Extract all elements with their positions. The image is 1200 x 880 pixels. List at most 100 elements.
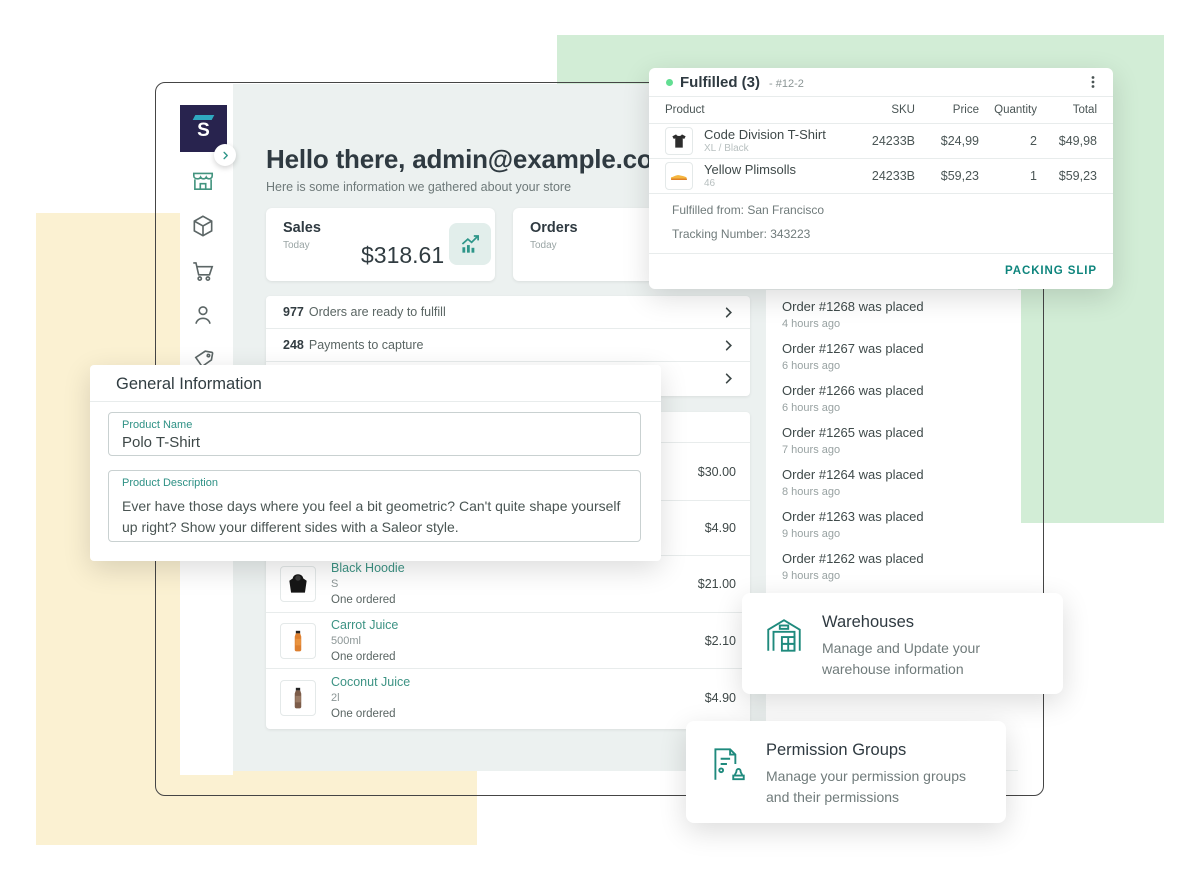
product-price: $4.90 <box>705 521 736 535</box>
activity-time: 9 hours ago <box>782 528 924 540</box>
column-price: Price <box>915 104 979 116</box>
sales-stat-card[interactable]: Sales Today $318.61 <box>266 208 495 281</box>
item-thumbnail <box>665 162 693 190</box>
product-variant: 500ml <box>331 634 398 649</box>
cart-icon <box>190 258 216 284</box>
activity-title: Order #1265 was placed <box>782 425 924 440</box>
item-name: Yellow Plimsolls <box>704 162 796 177</box>
order-reference: - #12-2 <box>769 75 804 90</box>
product-thumbnail <box>280 680 316 716</box>
activity-entry: Order #1262 was placed 9 hours ago <box>782 551 924 582</box>
orders-label: Orders <box>530 220 578 236</box>
notification-count: 977 <box>283 305 304 319</box>
fulfilled-item-row[interactable]: Code Division T-Shirt XL / Black 24233B … <box>649 124 1113 159</box>
permission-groups-title: Permission Groups <box>766 741 906 760</box>
product-name-link[interactable]: Coconut Juice <box>331 674 410 691</box>
product-name-field[interactable]: Product Name Polo T-Shirt <box>108 412 641 456</box>
warehouses-description: Manage and Update your warehouse informa… <box>822 638 1047 680</box>
fulfillment-meta: Fulfilled from: San Francisco Tracking N… <box>649 194 1113 254</box>
fulfilled-item-row[interactable]: Yellow Plimsolls 46 24233B $59,23 1 $59,… <box>649 159 1113 194</box>
product-price: $30.00 <box>698 465 736 479</box>
notification-count: 248 <box>283 338 304 352</box>
sidebar-item-orders[interactable] <box>190 258 216 284</box>
item-price: $24,99 <box>915 134 979 148</box>
chevron-right-icon <box>220 150 231 161</box>
warehouses-title: Warehouses <box>822 613 914 632</box>
item-price: $59,23 <box>915 169 979 183</box>
package-icon <box>190 213 216 239</box>
activity-entry: Order #1263 was placed 9 hours ago <box>782 509 924 540</box>
warehouses-card[interactable]: Warehouses Manage and Update your wareho… <box>742 593 1063 694</box>
notification-row-payments-to-capture[interactable]: 248 Payments to capture <box>266 329 750 362</box>
sales-label: Sales <box>283 220 321 236</box>
sales-value: $318.61 <box>361 242 444 269</box>
product-row-coconut-juice[interactable]: Coconut Juice 2l One ordered $4.90 <box>266 668 750 726</box>
product-description-field-label: Product Description <box>122 477 218 489</box>
sales-period: Today <box>283 240 310 251</box>
activity-entry: Order #1268 was placed 4 hours ago <box>782 299 924 330</box>
item-variant: 46 <box>704 177 796 190</box>
general-information-title: General Information <box>116 375 262 394</box>
packing-slip-button[interactable]: PACKING SLIP <box>1005 265 1097 277</box>
product-description-field-value[interactable]: Ever have those days where you feel a bi… <box>122 496 627 538</box>
tshirt-image <box>669 131 689 151</box>
product-ordered: One ordered <box>331 706 410 722</box>
activity-time: 9 hours ago <box>782 570 924 582</box>
item-sku: 24233B <box>837 169 915 183</box>
activity-entry: Order #1264 was placed 8 hours ago <box>782 467 924 498</box>
product-thumbnail <box>280 566 316 602</box>
juice-bottle-image <box>285 628 311 654</box>
saleor-logo-letter: S <box>180 120 227 142</box>
notification-row-orders-to-fulfill[interactable]: 977 Orders are ready to fulfill <box>266 296 750 329</box>
sidebar-item-home[interactable] <box>190 168 216 194</box>
warehouse-icon <box>763 615 805 657</box>
column-sku: SKU <box>837 104 915 116</box>
sales-icon-tile <box>449 223 491 265</box>
activity-title: Order #1264 was placed <box>782 467 924 482</box>
activity-entry: Order #1266 was placed 6 hours ago <box>782 383 924 414</box>
tracking-number: Tracking Number: 343223 <box>672 227 810 241</box>
orders-period: Today <box>530 240 557 251</box>
product-name-field-value[interactable]: Polo T-Shirt <box>122 434 200 451</box>
activity-title: Order #1262 was placed <box>782 551 924 566</box>
permission-groups-description: Manage your permission groups and their … <box>766 766 991 808</box>
product-row-carrot-juice[interactable]: Carrot Juice 500ml One ordered $2.10 <box>266 612 750 668</box>
fulfilled-table-header: Product SKU Price Quantity Total <box>649 97 1113 124</box>
product-price: $4.90 <box>705 691 736 705</box>
sidebar-item-customers[interactable] <box>190 302 216 328</box>
page-subtitle: Here is some information we gathered abo… <box>266 180 571 194</box>
fulfilled-header: Fulfilled (3) - #12-2 <box>649 68 1113 97</box>
fulfilled-footer: PACKING SLIP <box>649 254 1113 287</box>
shoe-image <box>669 166 689 186</box>
item-variant: XL / Black <box>704 142 826 155</box>
product-description-field[interactable]: Product Description Ever have those days… <box>108 470 641 542</box>
divider <box>90 401 661 402</box>
product-name-field-label: Product Name <box>122 419 192 431</box>
kebab-menu-icon[interactable] <box>1085 74 1101 90</box>
chevron-right-icon <box>721 305 736 320</box>
hoodie-image <box>285 571 311 597</box>
product-name-link[interactable]: Carrot Juice <box>331 617 398 634</box>
item-thumbnail <box>665 127 693 155</box>
product-ordered: One ordered <box>331 649 398 665</box>
column-product: Product <box>665 104 837 116</box>
fulfilled-status-label: Fulfilled (3) <box>680 74 760 91</box>
product-variant: S <box>331 577 405 592</box>
sidebar-item-catalog[interactable] <box>190 213 216 239</box>
item-total: $59,23 <box>1037 169 1097 183</box>
activity-title: Order #1267 was placed <box>782 341 924 356</box>
activity-time: 7 hours ago <box>782 444 924 456</box>
permission-groups-card[interactable]: Permission Groups Manage your permission… <box>686 721 1006 823</box>
product-row-black-hoodie[interactable]: Black Hoodie S One ordered $21.00 <box>266 555 750 612</box>
product-name-link[interactable]: Black Hoodie <box>331 560 405 577</box>
sidebar-expand-button[interactable] <box>214 144 236 166</box>
activity-time: 4 hours ago <box>782 318 924 330</box>
chevron-right-icon <box>721 338 736 353</box>
permission-document-icon <box>707 743 749 785</box>
activity-title: Order #1263 was placed <box>782 509 924 524</box>
notification-label: Payments to capture <box>309 338 424 352</box>
activity-title: Order #1266 was placed <box>782 383 924 398</box>
product-ordered: One ordered <box>331 592 405 608</box>
activity-time: 8 hours ago <box>782 486 924 498</box>
item-quantity: 1 <box>979 169 1037 183</box>
